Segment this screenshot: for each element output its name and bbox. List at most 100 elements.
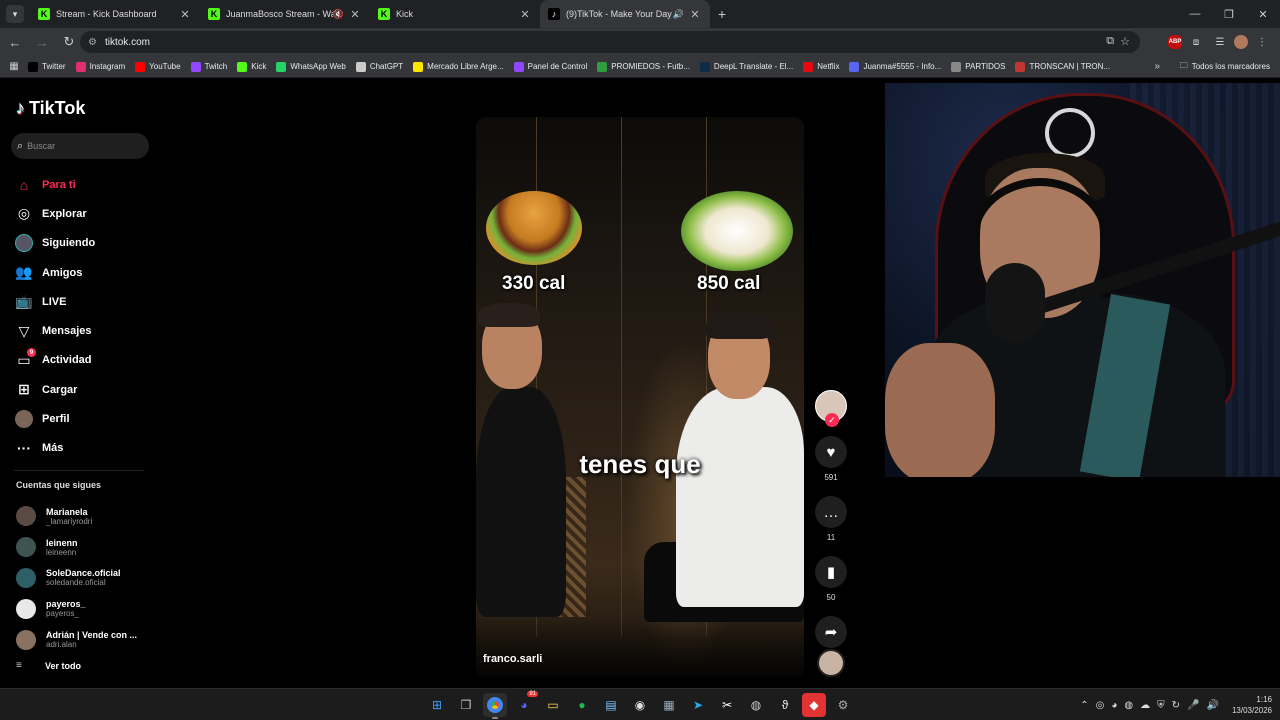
file-explorer-icon[interactable]: ▭ (541, 693, 565, 717)
minimize-icon[interactable]: — (1178, 0, 1212, 28)
close-icon[interactable]: ✕ (178, 8, 192, 21)
bookmark-item[interactable]: PARTIDOS (951, 61, 1005, 72)
bookmark-item[interactable]: Mercado Libre Arge... (413, 61, 504, 72)
see-all-button[interactable]: ≡ Ver todo (16, 660, 81, 671)
nav-item-cargar[interactable]: ⊞ Cargar (14, 375, 95, 404)
discord-icon[interactable]: ◕ 91 (512, 691, 538, 717)
tray-steam-icon[interactable]: ◍ (1124, 700, 1133, 711)
speaker-icon[interactable]: 🔊 (673, 9, 684, 20)
tab-search-button[interactable]: ▾ (6, 5, 24, 23)
notepad-icon[interactable]: ▤ (599, 693, 623, 717)
address-bar[interactable]: ⚙ tiktok.com ⧉ ☆ (80, 31, 1140, 53)
all-bookmarks-button[interactable]: 🗀 Todos los marcadores (1180, 60, 1270, 74)
microphone-icon[interactable]: 🎤 (1187, 700, 1199, 711)
close-icon[interactable]: ✕ (348, 8, 362, 21)
spotify-icon[interactable]: ● (570, 693, 594, 717)
bookmark-item[interactable]: Twitch (190, 61, 227, 72)
nav-item-perfil[interactable]: Perfil (14, 404, 95, 433)
video-player[interactable]: 330 cal 850 cal tenes que franco.sarli (476, 117, 804, 677)
muted-speaker-icon[interactable]: 🔇 (333, 9, 344, 20)
bookmark-star-icon[interactable]: ☆ (1120, 35, 1130, 48)
tray-app-icon[interactable]: ◎ (1096, 700, 1105, 711)
following-account[interactable]: SoleDance.oficial soledande.oficial (16, 563, 156, 594)
tab-kick-dashboard[interactable]: K Stream - Kick Dashboard ✕ (30, 0, 200, 28)
tray-refresh-icon[interactable]: ↻ (1172, 700, 1180, 711)
apps-grid-icon[interactable]: ▦ (0, 61, 28, 72)
bookmark-item[interactable]: WhatsApp Web (276, 61, 346, 72)
riot-icon[interactable]: ϑ (773, 693, 797, 717)
like-action[interactable]: ♥ 591 (815, 436, 847, 482)
site-info-icon[interactable]: ⚙ (88, 37, 97, 48)
tab-tiktok[interactable]: ♪ (9)TikTok - Make Your Day 🔊 ✕ (540, 0, 710, 28)
back-icon[interactable]: ← (3, 30, 27, 54)
menu-kebab-icon[interactable]: ⋮ (1252, 32, 1272, 52)
following-account[interactable]: Adrián | Vende con ... adri.alan (16, 624, 156, 655)
following-account[interactable]: payeros_ payeros_ (16, 593, 156, 624)
creator-avatar[interactable]: ✓ (815, 390, 847, 427)
clock[interactable]: 1:16 13/03/2026 (1232, 694, 1272, 716)
share-icon[interactable]: ➦ (815, 616, 847, 648)
bookmark-item[interactable]: Kick (237, 61, 266, 72)
maximize-icon[interactable]: ❐ (1212, 0, 1246, 28)
anydesk-icon[interactable]: ◆ (802, 693, 826, 717)
nav-item-m-s[interactable]: ··· Más (14, 434, 95, 463)
following-account[interactable]: Marianela _lamariyrodri (16, 501, 156, 532)
calculator-icon[interactable]: ▦ (657, 693, 681, 717)
telegram-icon[interactable]: ➤ (686, 693, 710, 717)
tab-kick[interactable]: K Kick ✕ (370, 0, 540, 28)
more-bookmarks-icon[interactable]: » (1154, 61, 1160, 72)
close-icon[interactable]: ✕ (518, 8, 532, 21)
bookmark-item[interactable]: Netflix (803, 61, 839, 72)
nav-item-actividad[interactable]: ▭ 9 Actividad (14, 346, 95, 375)
chevron-up-icon[interactable]: ⌃ (1080, 700, 1088, 711)
bookmark-item[interactable]: Juanma#5555 - Info... (849, 61, 941, 72)
obs-icon[interactable]: ◉ (628, 693, 652, 717)
nav-item-siguiendo[interactable]: Siguiendo (14, 229, 95, 258)
reload-icon[interactable]: ↻ (57, 30, 81, 54)
close-icon[interactable]: ✕ (688, 8, 702, 21)
bookmark-item[interactable]: Twitter (28, 61, 66, 72)
task-view-icon[interactable]: ❐ (454, 693, 478, 717)
tab-juanmabosco-stream[interactable]: K JuanmaBosco Stream - Wat 🔇 ✕ (200, 0, 370, 28)
tray-network-app-icon[interactable]: ☁ (1140, 700, 1150, 711)
settings-gear-icon[interactable]: ⚙ (831, 693, 855, 717)
heart-icon[interactable]: ♥ (815, 436, 847, 468)
comment-icon[interactable]: … (815, 496, 847, 528)
nav-item-explorar[interactable]: ◎ Explorar (14, 199, 95, 228)
tray-discord-icon[interactable]: ◕ (1111, 700, 1117, 711)
chrome-icon[interactable] (483, 693, 507, 719)
music-disc-avatar[interactable] (817, 649, 845, 677)
video-author[interactable]: franco.sarli (483, 653, 542, 665)
search-input[interactable]: ⌕ Buscar (11, 133, 149, 159)
follow-check-icon[interactable]: ✓ (825, 413, 839, 427)
reading-list-icon[interactable]: ☰ (1210, 32, 1230, 52)
nav-item-amigos[interactable]: 👥 Amigos (14, 258, 95, 287)
adblock-icon[interactable]: ABP (1168, 35, 1182, 49)
bookmark-item[interactable]: YouTube (135, 61, 181, 72)
capcut-icon[interactable]: ✂ (715, 693, 739, 717)
tiktok-logo[interactable]: ♪ TikTok (16, 98, 85, 119)
bookmark-icon[interactable]: ▮ (815, 556, 847, 588)
extensions-puzzle-icon[interactable]: ⧈ (1186, 32, 1206, 52)
bookmark-item[interactable]: ChatGPT (355, 61, 403, 72)
bookmark-item[interactable]: Panel de Control (513, 61, 587, 72)
tray-security-icon[interactable]: ⛨ (1157, 700, 1165, 711)
bookmark-item[interactable]: DeepL Translate - El... (699, 61, 793, 72)
nav-item-para-ti[interactable]: ⌂ Para ti (14, 170, 95, 199)
nav-item-mensajes[interactable]: ▽ Mensajes (14, 316, 95, 345)
bookmark-item[interactable]: TRONSCAN | TRON... (1015, 61, 1110, 72)
new-tab-button[interactable]: + (710, 6, 734, 22)
close-window-icon[interactable]: ✕ (1246, 0, 1280, 28)
steam-icon[interactable]: ◍ (744, 693, 768, 717)
forward-icon[interactable]: → (30, 30, 54, 54)
profile-avatar[interactable] (1234, 35, 1248, 49)
save-action[interactable]: ▮ 50 (815, 556, 847, 602)
install-app-icon[interactable]: ⧉ (1106, 35, 1114, 48)
nav-item-live[interactable]: 📺 LIVE (14, 287, 95, 316)
following-account[interactable]: leinenn leineenn (16, 532, 156, 563)
volume-icon[interactable]: 🔊 (1207, 700, 1219, 711)
windows-start-icon[interactable]: ⊞ (425, 693, 449, 717)
comment-action[interactable]: … 11 (815, 496, 847, 542)
bookmark-item[interactable]: Instagram (75, 61, 125, 72)
bookmark-item[interactable]: PROMIEDOS - Futb... (597, 61, 690, 72)
